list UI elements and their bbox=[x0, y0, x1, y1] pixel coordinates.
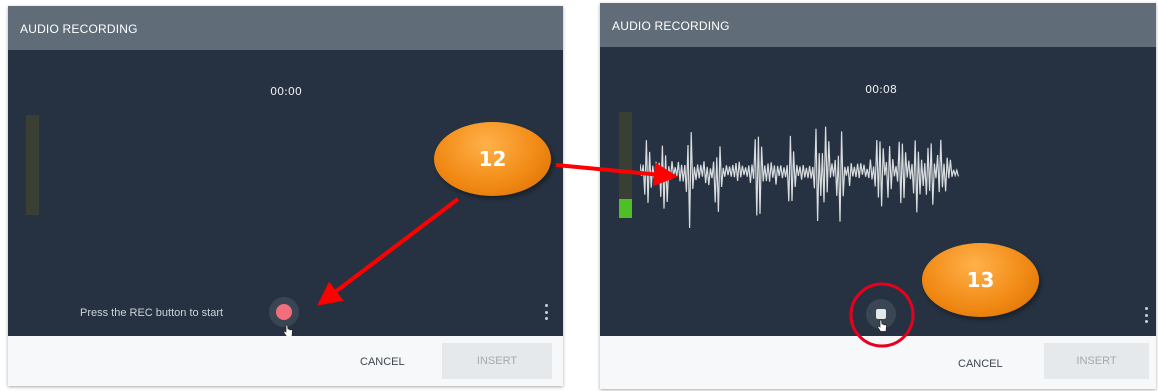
step-callout-12: 12 bbox=[434, 122, 551, 196]
stop-icon bbox=[876, 309, 886, 319]
record-hint: Press the REC button to start bbox=[80, 307, 224, 319]
recording-timer: 00:00 bbox=[270, 85, 302, 98]
record-icon bbox=[276, 304, 292, 320]
level-meter bbox=[619, 112, 632, 218]
dialog-footer: CANCEL INSERT bbox=[600, 336, 1156, 389]
level-meter bbox=[26, 115, 39, 215]
insert-button[interactable]: INSERT bbox=[442, 343, 552, 379]
more-vertical-icon[interactable] bbox=[544, 304, 548, 320]
audio-waveform bbox=[640, 126, 959, 229]
record-button[interactable] bbox=[269, 297, 299, 327]
step-callout-13: 13 bbox=[922, 243, 1039, 317]
screenshot-stage: AUDIO RECORDING 00:00 Press the REC butt… bbox=[0, 0, 1158, 391]
dialog-footer: CANCEL INSERT bbox=[8, 336, 563, 386]
insert-button[interactable]: INSERT bbox=[1044, 343, 1149, 379]
recording-timer: 00:08 bbox=[865, 83, 897, 96]
audio-recording-dialog-idle: AUDIO RECORDING 00:00 Press the REC butt… bbox=[8, 6, 563, 386]
dialog-title: AUDIO RECORDING bbox=[600, 3, 1156, 47]
audio-recording-dialog-recording: AUDIO RECORDING 00:08 CANCEL INSERT bbox=[600, 3, 1156, 389]
dialog-title: AUDIO RECORDING bbox=[8, 6, 563, 50]
more-vertical-icon[interactable] bbox=[1144, 307, 1148, 323]
level-meter-fill bbox=[619, 198, 632, 218]
cancel-button[interactable]: CANCEL bbox=[958, 358, 1003, 370]
cancel-button[interactable]: CANCEL bbox=[360, 356, 405, 368]
hand-cursor-icon bbox=[877, 319, 887, 332]
